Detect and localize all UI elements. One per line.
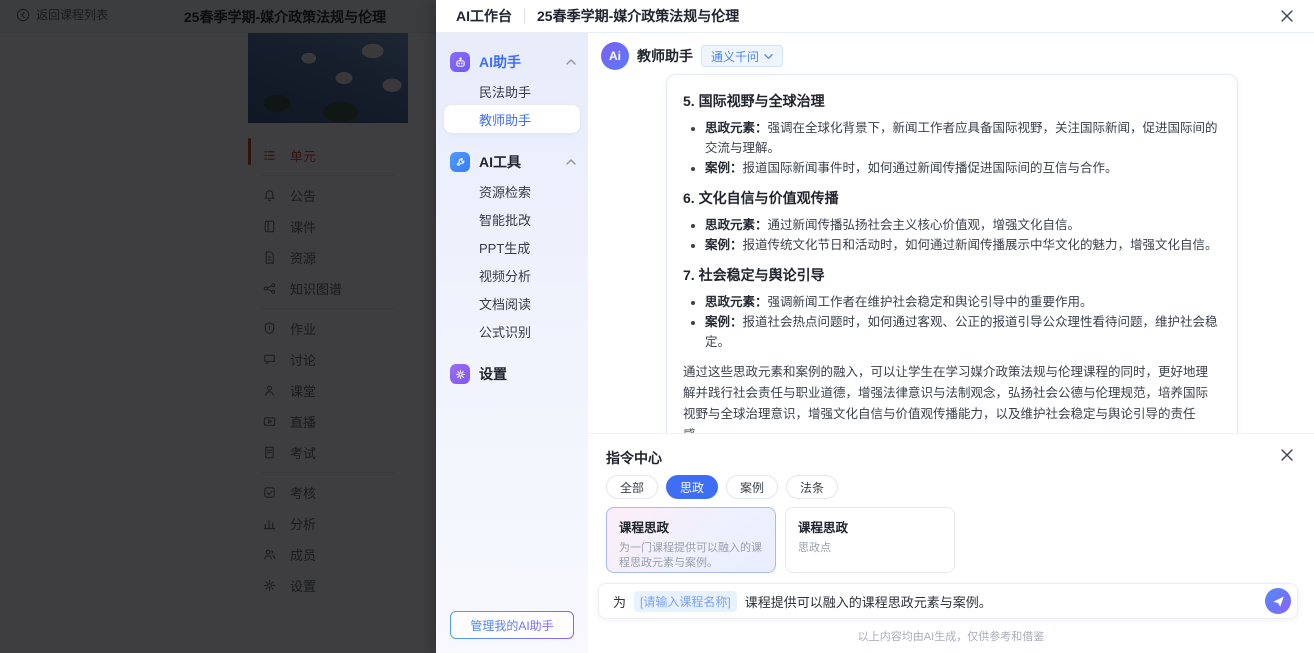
course-page-background: 返回课程列表 25春季学期-媒介政策法规与伦理 单元 公告 课件 资源	[0, 0, 436, 653]
sidebar-item-civil-law-assistant[interactable]: 民法助手	[436, 77, 588, 105]
bullet-item: 思政元素：强调新闻工作者在维护社会稳定和舆论引导中的重要作用。	[705, 292, 1219, 312]
modal-dim-overlay	[0, 0, 436, 653]
sidebar-item-resource-search[interactable]: 资源检索	[436, 177, 588, 205]
manage-my-assistants-button[interactable]: 管理我的AI助手	[450, 611, 574, 639]
tab-statutes[interactable]: 法条	[786, 475, 838, 499]
panel-header: AI工作台 25春季学期-媒介政策法规与伦理	[436, 0, 1314, 33]
card-title: 课程思政	[798, 517, 942, 536]
ai-panel-sidebar: AI助手 民法助手 教师助手 AI工具 资源检索 智能批改 PPT生成 视频分析…	[436, 33, 588, 653]
section-bullets: 思政元素：通过新闻传播弘扬社会主义核心价值观，增强文化自信。 案例：报道传统文化…	[683, 215, 1219, 255]
model-selector[interactable]: 通义千问	[701, 45, 783, 67]
section-bullets: 思政元素：强调在全球化背景下，新闻工作者应具备国际视野，关注国际新闻，促进国际间…	[683, 118, 1219, 178]
section-heading: 7. 社会稳定与舆论引导	[683, 265, 1219, 285]
section-heading: 5. 国际视野与全球治理	[683, 91, 1219, 111]
close-panel-icon[interactable]	[1280, 9, 1294, 23]
command-card-list: 课程思政 为一门课程提供可以融入的课程思政元素与案例。 课程思政 思政点	[606, 507, 955, 573]
model-name: 通义千问	[711, 48, 759, 65]
group-settings[interactable]: 设置	[436, 359, 588, 389]
bullet-item: 案例：报道社会热点问题时，如何通过客观、公正的报道引导公众理性看待问题，维护社会…	[705, 312, 1219, 352]
command-center-title: 指令中心	[606, 448, 662, 468]
group-label: 设置	[479, 364, 507, 384]
course-name-placeholder-tag[interactable]: [请输入课程名称]	[634, 591, 737, 612]
prompt-input[interactable]: 为 [请输入课程名称] 课程提供可以融入的课程思政元素与案例。	[598, 583, 1298, 619]
sidebar-item-formula-recognition[interactable]: 公式识别	[436, 317, 588, 345]
screen: 返回课程列表 25春季学期-媒介政策法规与伦理 单元 公告 课件 资源	[0, 0, 1314, 653]
ai-disclaimer: 以上内容均由AI生成，仅供参考和借鉴	[588, 628, 1314, 644]
assistant-name: 教师助手	[637, 46, 693, 66]
section-bullets: 思政元素：强调新闻工作者在维护社会稳定和舆论引导中的重要作用。 案例：报道社会热…	[683, 292, 1219, 352]
sidebar-item-ppt-generation[interactable]: PPT生成	[436, 233, 588, 261]
bullet-item: 案例：报道传统文化节日和活动时，如何通过新闻传播展示中华文化的魅力，增强文化自信…	[705, 235, 1219, 255]
wrench-icon	[450, 152, 470, 172]
manage-button-label: 管理我的AI助手	[470, 617, 553, 634]
chevron-down-icon	[764, 52, 773, 61]
sidebar-item-teacher-assistant[interactable]: 教师助手	[444, 105, 580, 133]
group-ai-tools[interactable]: AI工具	[436, 147, 588, 177]
robot-icon	[450, 52, 470, 72]
command-center-tabs: 全部 思政 案例 法条	[606, 475, 838, 499]
group-ai-assistants[interactable]: AI助手	[436, 47, 588, 77]
command-card-ideology-points[interactable]: 课程思政 思政点	[785, 507, 955, 573]
close-command-center-icon[interactable]	[1280, 448, 1294, 462]
sidebar-item-video-analysis[interactable]: 视频分析	[436, 261, 588, 289]
chat-area: Ai 教师助手 通义千问 5. 国际视野与全球治理 思政元素：强调在全球化背景下…	[588, 33, 1314, 653]
group-label: AI助手	[479, 52, 521, 72]
group-label: AI工具	[479, 152, 521, 172]
card-description: 思政点	[798, 541, 942, 556]
command-card-course-ideology[interactable]: 课程思政 为一门课程提供可以融入的课程思政元素与案例。	[606, 507, 776, 573]
chevron-up-icon[interactable]	[566, 57, 576, 67]
sidebar-item-smart-grading[interactable]: 智能批改	[436, 205, 588, 233]
assistant-avatar: Ai	[601, 42, 629, 70]
bullet-item: 思政元素：通过新闻传播弘扬社会主义核心价值观，增强文化自信。	[705, 215, 1219, 235]
paper-plane-icon	[1272, 595, 1285, 608]
header-divider	[524, 9, 525, 23]
card-description: 为一门课程提供可以融入的课程思政元素与案例。	[619, 541, 763, 571]
app-title: AI工作台	[456, 6, 512, 26]
send-button[interactable]	[1265, 588, 1291, 614]
tab-all[interactable]: 全部	[606, 475, 658, 499]
bullet-item: 案例：报道国际新闻事件时，如何通过新闻传播促进国际间的互信与合作。	[705, 158, 1219, 178]
bullet-item: 思政元素：强调在全球化背景下，新闻工作者应具备国际视野，关注国际新闻，促进国际间…	[705, 118, 1219, 158]
ai-workspace-panel: AI工作台 25春季学期-媒介政策法规与伦理 AI助手 民法助手 教师助手 AI…	[436, 0, 1314, 653]
sidebar-item-document-reading[interactable]: 文档阅读	[436, 289, 588, 317]
chevron-up-icon[interactable]	[566, 157, 576, 167]
prompt-suffix: 课程提供可以融入的课程思政元素与案例。	[745, 592, 992, 611]
gear-icon	[450, 364, 470, 384]
assistant-header: Ai 教师助手 通义千问	[601, 42, 783, 70]
command-center: 指令中心 全部 思政 案例 法条 课程思政 为一门课程提供可以融入的课程思政元素…	[588, 433, 1314, 653]
prompt-prefix: 为	[613, 592, 626, 611]
panel-course-title: 25春季学期-媒介政策法规与伦理	[537, 6, 739, 26]
section-heading: 6. 文化自信与价值观传播	[683, 188, 1219, 208]
tab-ideology[interactable]: 思政	[666, 475, 718, 499]
tab-cases[interactable]: 案例	[726, 475, 778, 499]
card-title: 课程思政	[619, 517, 763, 536]
